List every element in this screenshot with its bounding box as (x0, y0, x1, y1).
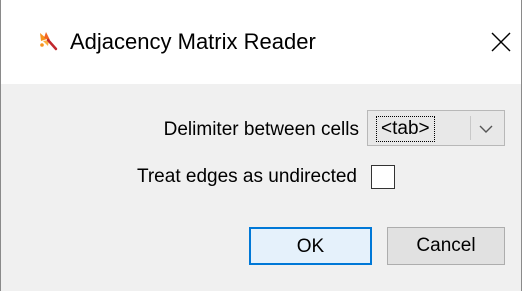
delimiter-label: Delimiter between cells (163, 119, 359, 140)
undirected-checkbox[interactable] (371, 165, 395, 189)
window-title: Adjacency Matrix Reader (70, 29, 316, 54)
close-icon (491, 32, 511, 52)
delimiter-selected-value: <tab> (376, 116, 435, 142)
close-button[interactable] (479, 20, 523, 64)
chevron-down-icon (478, 122, 494, 140)
title-bar: Adjacency Matrix Reader (1, 0, 521, 84)
adjacency-matrix-reader-dialog: Adjacency Matrix Reader Delimiter betwee… (0, 0, 522, 291)
combo-divider (470, 116, 471, 140)
delimiter-select[interactable]: <tab> (367, 110, 505, 146)
app-icon (37, 29, 61, 53)
undirected-label: Treat edges as undirected (136, 166, 357, 187)
ok-button[interactable]: OK (249, 227, 372, 265)
cancel-button[interactable]: Cancel (387, 227, 505, 265)
